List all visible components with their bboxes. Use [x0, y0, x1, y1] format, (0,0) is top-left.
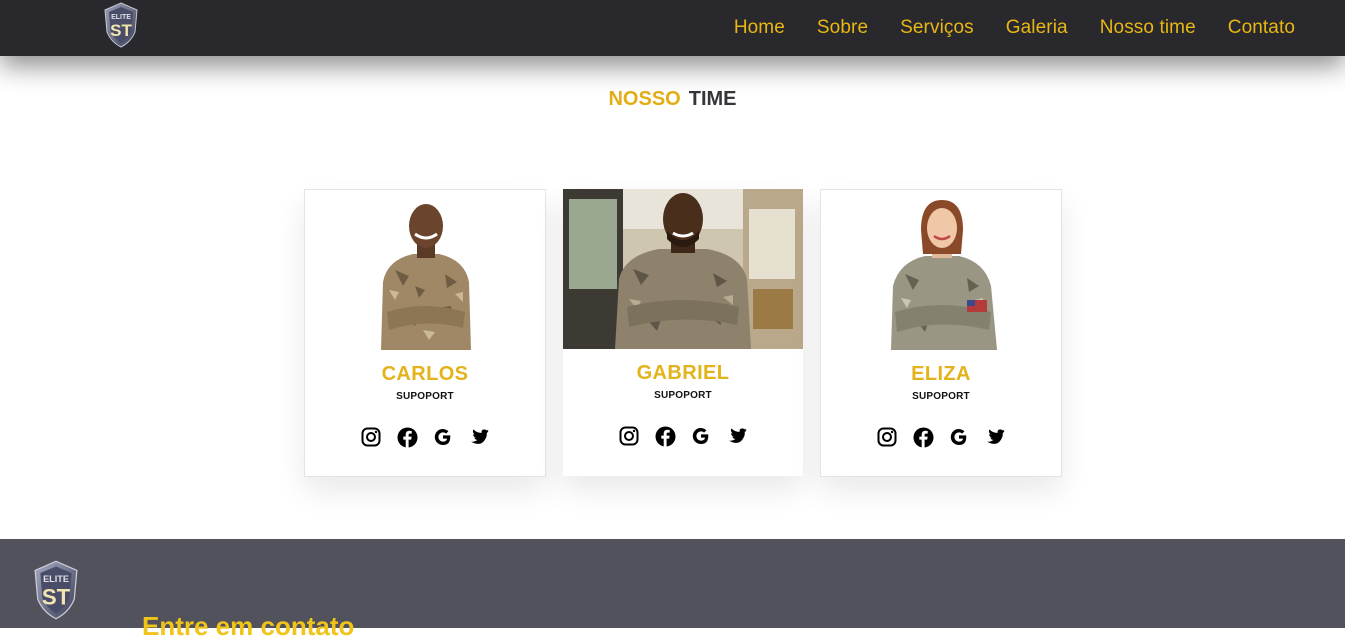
team-card-gabriel: GABRIEL SUPOPORT: [563, 189, 803, 476]
footer-contact-heading: Entre em contato: [142, 611, 355, 641]
brand-logo[interactable]: ELITE ST: [103, 2, 139, 48]
member-role: SUPOPORT: [912, 391, 970, 402]
team-card-carlos: CARLOS SUPOPORT: [304, 189, 546, 477]
nav-servicos[interactable]: Serviços: [900, 17, 974, 39]
top-navbar: ELITE ST Home Sobre Serviços Galeria Nos…: [0, 0, 1345, 56]
social-links: [563, 425, 803, 447]
nav-sobre[interactable]: Sobre: [817, 17, 868, 39]
member-role: SUPOPORT: [654, 390, 712, 401]
logo-text-main: ST: [110, 21, 132, 40]
footer: ELITE ST Entre em contato: [0, 539, 1345, 641]
facebook-icon[interactable]: [912, 426, 934, 448]
logo-text-top: ELITE: [111, 14, 131, 21]
google-icon[interactable]: [690, 425, 712, 447]
instagram-icon[interactable]: [876, 426, 898, 448]
member-name: GABRIEL: [636, 362, 730, 384]
nav-contato[interactable]: Contato: [1228, 17, 1295, 39]
member-name: ELIZA: [911, 363, 971, 385]
google-icon[interactable]: [948, 426, 970, 448]
section-title: NOSSO TIME: [0, 88, 1345, 111]
team-photo-carlos: [305, 190, 545, 350]
main-nav: Home Sobre Serviços Galeria Nosso time C…: [702, 0, 1295, 56]
team-photo-gabriel: [563, 189, 803, 349]
google-icon[interactable]: [432, 426, 454, 448]
member-name: CARLOS: [381, 363, 469, 385]
section-title-rest: TIME: [688, 88, 737, 110]
team-card-eliza: ELIZA SUPOPORT: [820, 189, 1062, 477]
footer-logo-text-top: ELITE: [43, 574, 69, 584]
nav-galeria[interactable]: Galeria: [1006, 17, 1068, 39]
instagram-icon[interactable]: [618, 425, 640, 447]
instagram-icon[interactable]: [360, 426, 382, 448]
footer-logo-text-main: ST: [42, 584, 71, 609]
team-photo-eliza: [821, 190, 1061, 350]
social-links: [821, 426, 1061, 448]
facebook-icon[interactable]: [396, 426, 418, 448]
twitter-icon[interactable]: [984, 426, 1006, 448]
nav-nosso-time[interactable]: Nosso time: [1100, 17, 1196, 39]
twitter-icon[interactable]: [468, 426, 490, 448]
footer-logo[interactable]: ELITE ST: [32, 560, 80, 620]
twitter-icon[interactable]: [726, 425, 748, 447]
facebook-icon[interactable]: [654, 425, 676, 447]
social-links: [305, 426, 545, 448]
nav-home[interactable]: Home: [734, 17, 785, 39]
section-title-highlight: NOSSO: [608, 88, 681, 110]
member-role: SUPOPORT: [396, 391, 454, 402]
